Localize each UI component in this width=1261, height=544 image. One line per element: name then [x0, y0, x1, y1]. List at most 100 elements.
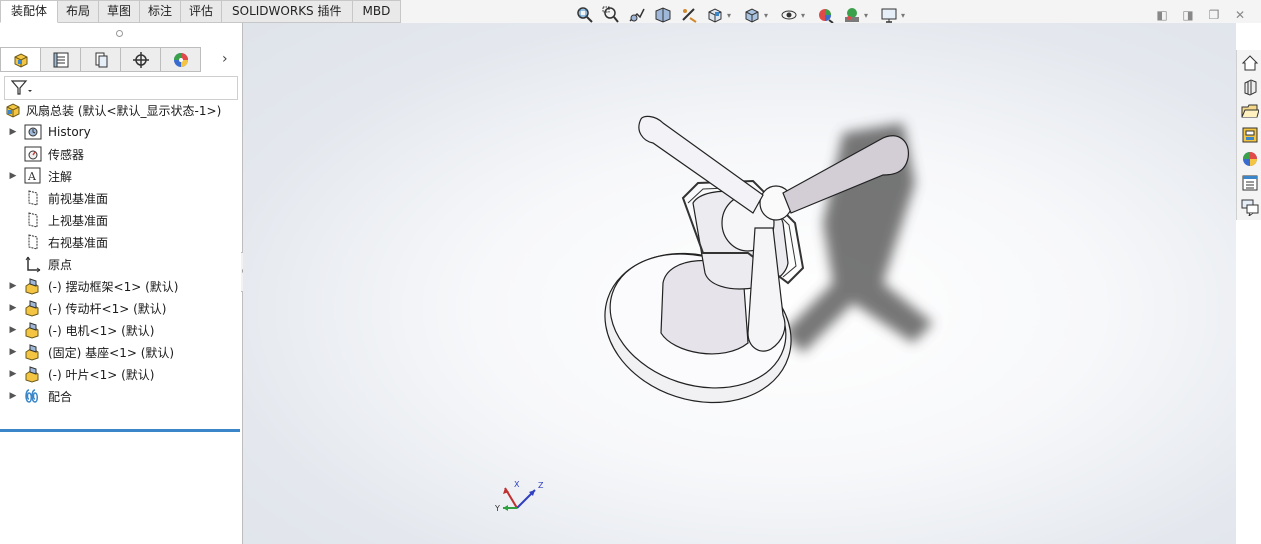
view-orientation-dropdown-icon[interactable]: ▾ [727, 11, 735, 20]
dimxpert-icon[interactable] [121, 47, 161, 72]
tree-item-mates[interactable]: ▶ 配合 [0, 386, 72, 406]
view-orientation-icon[interactable] [704, 5, 726, 25]
tree-item-label: 配合 [48, 389, 73, 404]
section-view-icon[interactable] [652, 5, 674, 25]
configurationmanager-icon[interactable] [81, 47, 121, 72]
tab-markup[interactable]: 标注 [140, 0, 182, 23]
propertymanager-icon[interactable] [41, 47, 81, 72]
assembly-icon [6, 103, 20, 118]
tree-item-annotations[interactable]: ▶ A 注解 [0, 166, 72, 186]
tree-item-top-plane[interactable]: 上视基准面 [0, 210, 108, 230]
edit-appearance-icon[interactable] [815, 5, 837, 25]
tree-item-label: (-) 传动杆<1> (默认) [48, 301, 167, 316]
zoom-to-fit-icon[interactable] [574, 5, 596, 25]
plane-icon [24, 211, 42, 229]
part-icon [24, 277, 42, 295]
tab-assembly[interactable]: 装配体 [0, 0, 59, 23]
tree-item-motor[interactable]: ▶ (-) 电机<1> (默认) [0, 320, 154, 340]
tab-sketch[interactable]: 草图 [99, 0, 141, 23]
featuremanager-icon[interactable] [0, 47, 41, 72]
design-library-icon[interactable] [1239, 76, 1261, 98]
part-icon [24, 299, 42, 317]
tree-item-right-plane[interactable]: 右视基准面 [0, 232, 108, 252]
panel-grip[interactable] [0, 23, 242, 43]
tree-item-base[interactable]: ▶ (固定) 基座<1> (默认) [0, 342, 174, 362]
annotation-icon: A [24, 167, 42, 185]
apply-scene-icon[interactable] [841, 5, 863, 25]
tree-root-assembly[interactable]: 风扇总装 (默认<默认_显示状态-1>) [4, 100, 221, 120]
expand-arrow-icon[interactable]: ▶ [8, 369, 18, 379]
part-icon [24, 343, 42, 361]
filter-input[interactable] [4, 76, 238, 100]
plane-icon [24, 189, 42, 207]
apply-scene-dropdown-icon[interactable]: ▾ [864, 11, 872, 20]
part-icon [24, 321, 42, 339]
fan-assembly-model[interactable] [243, 23, 1236, 544]
origin-icon [24, 255, 42, 273]
tab-evaluate[interactable]: 评估 [181, 0, 223, 23]
command-manager-bar: 装配体 布局 草图 标注 评估 SOLIDWORKS 插件 MBD ▾ ▾ ▾ … [0, 0, 1261, 25]
tree-item-label: (固定) 基座<1> (默认) [48, 345, 175, 360]
zoom-to-area-icon[interactable] [600, 5, 622, 25]
file-explorer-icon[interactable] [1239, 100, 1261, 122]
solidworks-resources-icon[interactable] [1239, 52, 1261, 74]
triad-z-label: Z [538, 481, 544, 490]
triad-x-label: X [514, 480, 520, 489]
tree-item-label: 上视基准面 [48, 213, 109, 228]
tile-left-icon[interactable]: ◧ [1149, 6, 1175, 24]
tree-root-label: 风扇总装 (默认<默认_显示状态-1>) [26, 103, 222, 118]
previous-view-icon[interactable] [626, 5, 648, 25]
restore-icon[interactable]: ❐ [1201, 6, 1227, 24]
graphics-area[interactable]: X Z Y [243, 23, 1236, 544]
tree-item-label: History [48, 125, 91, 139]
tree-item-blades[interactable]: ▶ (-) 叶片<1> (默认) [0, 364, 154, 384]
tree-item-label: 注解 [48, 169, 73, 184]
expand-arrow-icon[interactable]: ▶ [8, 171, 18, 181]
expand-arrow-icon[interactable]: ▶ [8, 303, 18, 313]
forum-icon[interactable] [1239, 196, 1261, 218]
tab-layout[interactable]: 布局 [58, 0, 100, 23]
hide-show-dropdown-icon[interactable]: ▾ [801, 11, 809, 20]
tree-item-swing-frame[interactable]: ▶ (-) 摆动框架<1> (默认) [0, 276, 178, 296]
sensor-icon [24, 145, 42, 163]
tree-item-label: (-) 电机<1> (默认) [48, 323, 155, 338]
close-icon[interactable]: ✕ [1227, 6, 1253, 24]
tree-item-drive-rod[interactable]: ▶ (-) 传动杆<1> (默认) [0, 298, 166, 318]
expand-arrow-icon[interactable]: ▶ [8, 325, 18, 335]
custom-properties-icon[interactable] [1239, 172, 1261, 194]
featuremanager-tabs [0, 47, 201, 72]
tree-item-label: 传感器 [48, 147, 85, 162]
mates-icon [24, 387, 42, 405]
coordinate-triad: X Z Y [495, 480, 544, 513]
tree-item-front-plane[interactable]: 前视基准面 [0, 188, 108, 208]
task-pane-tabs [1236, 50, 1261, 220]
view-settings-dropdown-icon[interactable]: ▾ [901, 11, 909, 20]
expand-arrow-icon[interactable]: ▶ [8, 391, 18, 401]
plane-icon [24, 233, 42, 251]
history-icon [24, 123, 42, 141]
appearances-icon[interactable] [1239, 148, 1261, 170]
tree-item-origin[interactable]: 原点 [0, 254, 72, 274]
view-palette-icon[interactable] [1239, 124, 1261, 146]
rollback-bar[interactable] [0, 429, 240, 432]
command-tabs: 装配体 布局 草图 标注 评估 SOLIDWORKS 插件 MBD [0, 0, 402, 23]
more-tabs-chevron-icon[interactable]: › [222, 51, 228, 67]
expand-arrow-icon[interactable]: ▶ [8, 281, 18, 291]
tab-mbd[interactable]: MBD [352, 0, 402, 23]
tree-item-label: 右视基准面 [48, 235, 109, 250]
expand-arrow-icon[interactable]: ▶ [8, 127, 18, 137]
dynamic-annotation-icon[interactable] [678, 5, 700, 25]
hide-show-icon[interactable] [778, 5, 800, 25]
tab-solidworks-addins[interactable]: SOLIDWORKS 插件 [222, 0, 353, 23]
expand-arrow-icon[interactable]: ▶ [8, 347, 18, 357]
tree-item-sensors[interactable]: 传感器 [0, 144, 84, 164]
tree-item-label: 原点 [48, 257, 73, 272]
svg-text:A: A [27, 170, 37, 183]
display-style-dropdown-icon[interactable]: ▾ [764, 11, 772, 20]
display-manager-icon[interactable] [161, 47, 201, 72]
display-style-icon[interactable] [741, 5, 763, 25]
view-settings-icon[interactable] [878, 5, 900, 25]
tile-right-icon[interactable]: ◨ [1175, 6, 1201, 24]
window-controls: ◧ ◨ ❐ ✕ [1149, 6, 1253, 24]
tree-item-history[interactable]: ▶ History [0, 122, 91, 142]
